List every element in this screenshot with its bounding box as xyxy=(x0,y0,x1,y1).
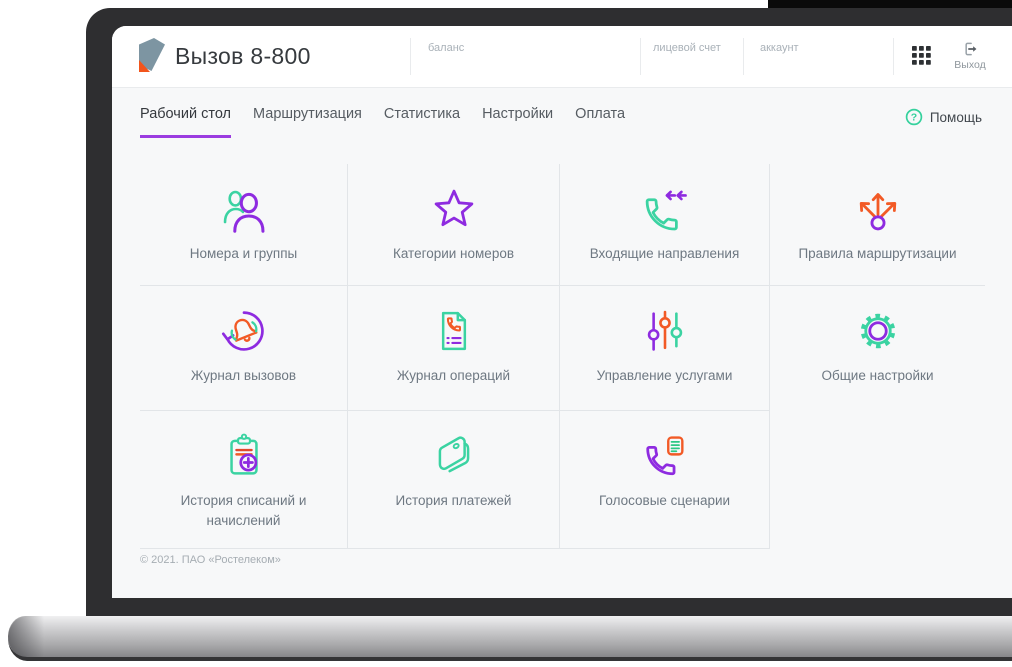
routing-arrows-icon xyxy=(859,193,896,231)
header-divider xyxy=(893,38,894,75)
gear-icon xyxy=(860,313,895,349)
personal-account-label: лицевой счет xyxy=(653,42,721,54)
svg-text:?: ? xyxy=(911,112,917,124)
tile-number-categories[interactable]: Категории номеров xyxy=(348,164,560,286)
account-label: аккаунт xyxy=(760,42,799,54)
star-icon xyxy=(434,189,473,227)
sliders-icon xyxy=(647,310,682,351)
main-nav-tabs: Рабочий стол Маршрутизация Статистика На… xyxy=(140,106,625,138)
app-header: Вызов 8-800 баланс лицевой счет аккаунт xyxy=(112,26,1012,88)
header-divider xyxy=(743,38,744,75)
exit-icon xyxy=(965,42,977,56)
operations-log-icon xyxy=(441,311,466,351)
tile-operations-log[interactable]: Журнал операций xyxy=(348,286,560,411)
logout-button[interactable]: Выход xyxy=(948,40,992,71)
balance-label: баланс xyxy=(428,42,465,54)
payments-history-icon xyxy=(438,436,469,473)
laptop-mockup: Вызов 8-800 баланс лицевой счет аккаунт xyxy=(0,0,1012,667)
app-title: Вызов 8-800 xyxy=(175,43,311,69)
empty-grid-cell xyxy=(770,411,985,549)
voice-scripts-icon xyxy=(645,436,684,476)
rostelecom-logo-icon xyxy=(139,38,165,72)
people-icon xyxy=(223,190,264,233)
tile-general-settings[interactable]: Общие настройки xyxy=(770,286,985,411)
tile-numbers-groups[interactable]: Номера и группы xyxy=(140,164,348,286)
help-label: Помощь xyxy=(929,109,982,125)
tab-settings[interactable]: Настройки xyxy=(482,106,553,138)
tile-routing-rules[interactable]: Правила маршрутизации xyxy=(770,164,985,286)
tile-label: История платежей xyxy=(395,493,512,508)
logout-label: Выход xyxy=(954,59,986,71)
tile-services-management[interactable]: Управление услугами xyxy=(560,286,770,411)
app-screen: Вызов 8-800 баланс лицевой счет аккаунт xyxy=(112,26,1012,598)
tab-desktop[interactable]: Рабочий стол xyxy=(140,106,232,138)
dashboard-grid: Номера и группы Категории номеров Входящ… xyxy=(140,164,985,549)
tile-label: Категории номеров xyxy=(392,246,515,261)
tab-routing[interactable]: Маршрутизация xyxy=(253,106,362,138)
header-divider xyxy=(410,38,411,75)
footer-copyright: © 2021. ПАО «Ростелеком» xyxy=(140,554,281,566)
header-divider xyxy=(640,38,641,75)
tile-label: Управление услугами xyxy=(596,368,733,383)
apps-grid-icon[interactable] xyxy=(912,46,931,65)
tile-label: Журнал вызовов xyxy=(190,368,297,383)
tile-incoming-directions[interactable]: Входящие направления xyxy=(560,164,770,286)
tile-label: Общие настройки xyxy=(821,368,934,383)
help-link[interactable]: ? Помощь xyxy=(905,108,982,126)
tile-label: Журнал операций xyxy=(396,368,511,383)
tile-label: История списаний и начислений xyxy=(180,493,307,529)
tile-billing-history[interactable]: История списаний и начислений xyxy=(140,411,348,549)
incoming-call-icon xyxy=(645,190,687,231)
tile-payments-history[interactable]: История платежей xyxy=(348,411,560,549)
tile-voice-scripts[interactable]: Голосовые сценарии xyxy=(560,411,770,549)
laptop-base xyxy=(8,616,1012,661)
tab-payment[interactable]: Оплата xyxy=(575,106,625,138)
tile-call-log[interactable]: Журнал вызовов xyxy=(140,286,348,411)
tab-statistics[interactable]: Статистика xyxy=(384,106,460,138)
tile-label: Голосовые сценарии xyxy=(598,493,731,508)
call-log-icon xyxy=(221,311,264,351)
help-question-icon: ? xyxy=(905,108,923,126)
tile-label: Входящие направления xyxy=(589,246,740,261)
tile-label: Правила маршрутизации xyxy=(798,246,957,261)
tile-label: Номера и группы xyxy=(189,246,298,261)
billing-history-icon xyxy=(229,433,258,475)
